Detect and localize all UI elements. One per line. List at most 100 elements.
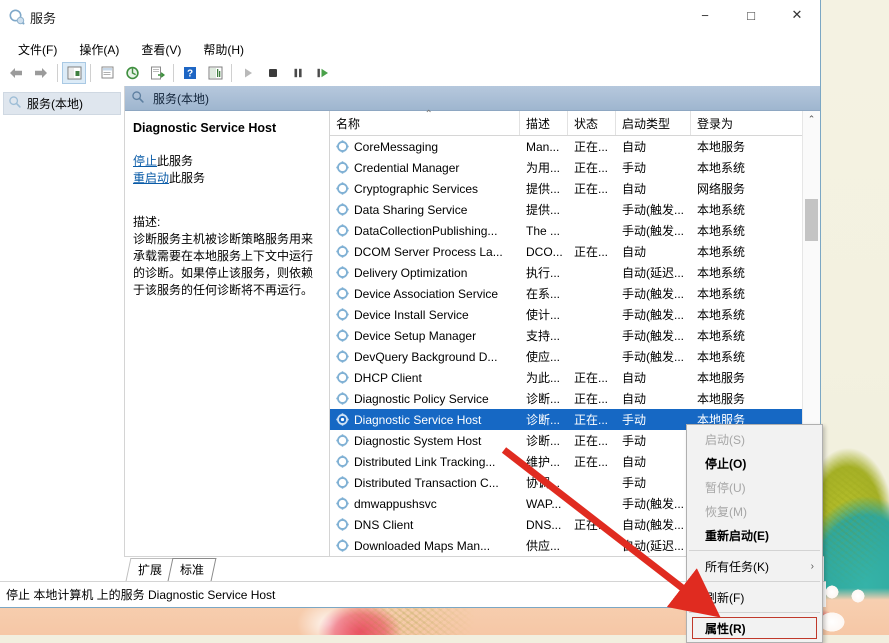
cell-service-name: Distributed Transaction C...: [330, 476, 520, 490]
ctx-stop-label: 停止(O): [705, 456, 747, 471]
table-row[interactable]: Credential Manager 为用... 正在... 手动 本地系统: [330, 157, 820, 178]
show-hide-console-tree-icon[interactable]: [62, 62, 86, 84]
cell-description: 供应...: [526, 539, 561, 553]
tree-node-services-local[interactable]: 服务(本地): [3, 92, 121, 115]
cell-log-on-as: 本地系统: [697, 329, 746, 343]
cell-startup-type: 手动: [622, 434, 647, 448]
show-action-pane-icon[interactable]: [203, 62, 227, 84]
properties-icon[interactable]: [95, 62, 119, 84]
column-header-status[interactable]: 状态: [568, 111, 616, 135]
stop-service-icon[interactable]: [261, 62, 285, 84]
cell-description: 执行...: [526, 266, 561, 280]
toolbar-separator-3: [173, 64, 174, 82]
service-gear-icon: [336, 140, 349, 153]
menu-file[interactable]: 文件(F): [8, 39, 67, 60]
service-name-text: dmwappushsvc: [354, 496, 437, 511]
service-gear-icon: [336, 203, 349, 216]
ctx-restart[interactable]: 重新启动(E): [687, 523, 822, 547]
cell-log-on-as: 本地系统: [697, 287, 746, 301]
pause-service-icon[interactable]: [286, 62, 310, 84]
service-gear-icon: [336, 182, 349, 195]
back-icon[interactable]: [4, 62, 28, 84]
ctx-all-tasks[interactable]: 所有任务(K) ›: [687, 554, 822, 578]
column-header-startup-type[interactable]: 启动类型: [616, 111, 691, 135]
table-row[interactable]: Device Install Service 使计... 手动(触发... 本地系统: [330, 304, 820, 325]
restart-service-link[interactable]: 重启动此服务: [133, 170, 321, 187]
help-icon[interactable]: ?: [178, 62, 202, 84]
table-row[interactable]: Delivery Optimization 执行... 自动(延迟... 本地系统: [330, 262, 820, 283]
start-service-icon[interactable]: [236, 62, 260, 84]
cell-service-name: DNS Client: [330, 518, 520, 532]
cell-service-name: Diagnostic Policy Service: [330, 392, 520, 406]
ctx-all-tasks-label: 所有任务(K): [705, 559, 769, 574]
cell-log-on-as: 本地系统: [697, 203, 746, 217]
table-row[interactable]: Diagnostic Policy Service 诊断... 正在... 自动 本地服…: [330, 388, 820, 409]
ctx-refresh-label: 刷新(F): [705, 590, 745, 605]
description-label: 描述:: [133, 215, 161, 229]
scrollbar-thumb[interactable]: [805, 199, 818, 241]
ctx-resume: 恢复(M): [687, 499, 822, 523]
column-header-name[interactable]: 名称 ⌃: [330, 109, 520, 135]
minimize-button[interactable]: −: [682, 0, 728, 30]
service-gear-icon: [336, 350, 349, 363]
table-row[interactable]: DevQuery Background D... 使应... 手动(触发... 本地系…: [330, 346, 820, 367]
column-header-log-on-as[interactable]: 登录为: [691, 111, 820, 135]
cell-startup-type: 手动: [622, 161, 647, 175]
cell-log-on-as: 本地系统: [697, 308, 746, 322]
restart-service-icon[interactable]: [311, 62, 335, 84]
menu-help[interactable]: 帮助(H): [193, 39, 254, 60]
table-row[interactable]: Device Setup Manager 支持... 手动(触发... 本地系统: [330, 325, 820, 346]
service-name-text: Downloaded Maps Man...: [354, 538, 491, 553]
table-row[interactable]: Device Association Service 在系... 手动(触发... 本…: [330, 283, 820, 304]
table-row[interactable]: CoreMessaging Man... 正在... 自动 本地服务: [330, 136, 820, 157]
cell-startup-type: 自动(触发...: [622, 518, 684, 532]
pane-header-label: 服务(本地): [153, 91, 209, 106]
cell-service-name: DataCollectionPublishing...: [330, 224, 520, 238]
ctx-properties[interactable]: 属性(R): [691, 616, 818, 640]
title-bar: 服务 − □ ✕: [0, 0, 820, 38]
cell-status: 正在...: [574, 140, 609, 154]
pane-header: 服务(本地): [125, 86, 820, 111]
cell-status: 正在...: [574, 518, 609, 532]
toolbar-separator-4: [231, 64, 232, 82]
ctx-start: 启动(S): [687, 427, 822, 451]
menu-action[interactable]: 操作(A): [69, 39, 129, 60]
stop-service-link[interactable]: 停止此服务: [133, 153, 321, 170]
tab-extended-label: 扩展: [138, 563, 163, 577]
tab-standard[interactable]: 标准: [167, 558, 217, 581]
table-row[interactable]: Cryptographic Services 提供... 正在... 自动 网络服务: [330, 178, 820, 199]
ctx-pause-label: 暂停(U): [705, 480, 746, 495]
table-row[interactable]: Data Sharing Service 提供... 手动(触发... 本地系统: [330, 199, 820, 220]
table-row[interactable]: DataCollectionPublishing... The ... 手动(触发.…: [330, 220, 820, 241]
service-gear-icon: [336, 266, 349, 279]
cell-description: Man...: [526, 139, 560, 154]
cell-service-name: Device Association Service: [330, 287, 520, 301]
svg-text:?: ?: [187, 69, 193, 80]
cell-service-name: DHCP Client: [330, 371, 520, 385]
service-description-pane: Diagnostic Service Host 停止此服务 重启动此服务 描述:…: [125, 111, 330, 581]
ctx-separator-1: [689, 550, 820, 551]
toolbar-separator-1: [57, 64, 58, 82]
export-list-icon[interactable]: [145, 62, 169, 84]
cell-log-on-as: 本地系统: [697, 350, 746, 364]
cell-service-name: Downloaded Maps Man...: [330, 539, 520, 553]
cell-startup-type: 手动(触发...: [622, 497, 684, 511]
cell-description: 为用...: [526, 161, 561, 175]
service-gear-icon: [336, 518, 349, 531]
submenu-chevron-right-icon: ›: [810, 560, 814, 572]
restart-link-text: 重启动: [133, 171, 170, 185]
refresh-icon[interactable]: [120, 62, 144, 84]
table-row[interactable]: DCOM Server Process La... DCO... 正在... 自动 本地…: [330, 241, 820, 262]
scroll-up-icon[interactable]: ⌃: [803, 111, 820, 127]
ctx-stop[interactable]: 停止(O): [687, 451, 822, 475]
close-button[interactable]: ✕: [774, 0, 820, 30]
cell-status: 正在...: [574, 455, 609, 469]
service-gear-icon: [336, 245, 349, 258]
table-row[interactable]: DHCP Client 为此... 正在... 自动 本地服务: [330, 367, 820, 388]
forward-icon[interactable]: [29, 62, 53, 84]
maximize-button[interactable]: □: [728, 0, 774, 30]
ctx-refresh[interactable]: 刷新(F): [687, 585, 822, 609]
menu-view[interactable]: 查看(V): [131, 39, 191, 60]
cell-description: 提供...: [526, 182, 561, 196]
column-header-description[interactable]: 描述: [520, 111, 568, 135]
